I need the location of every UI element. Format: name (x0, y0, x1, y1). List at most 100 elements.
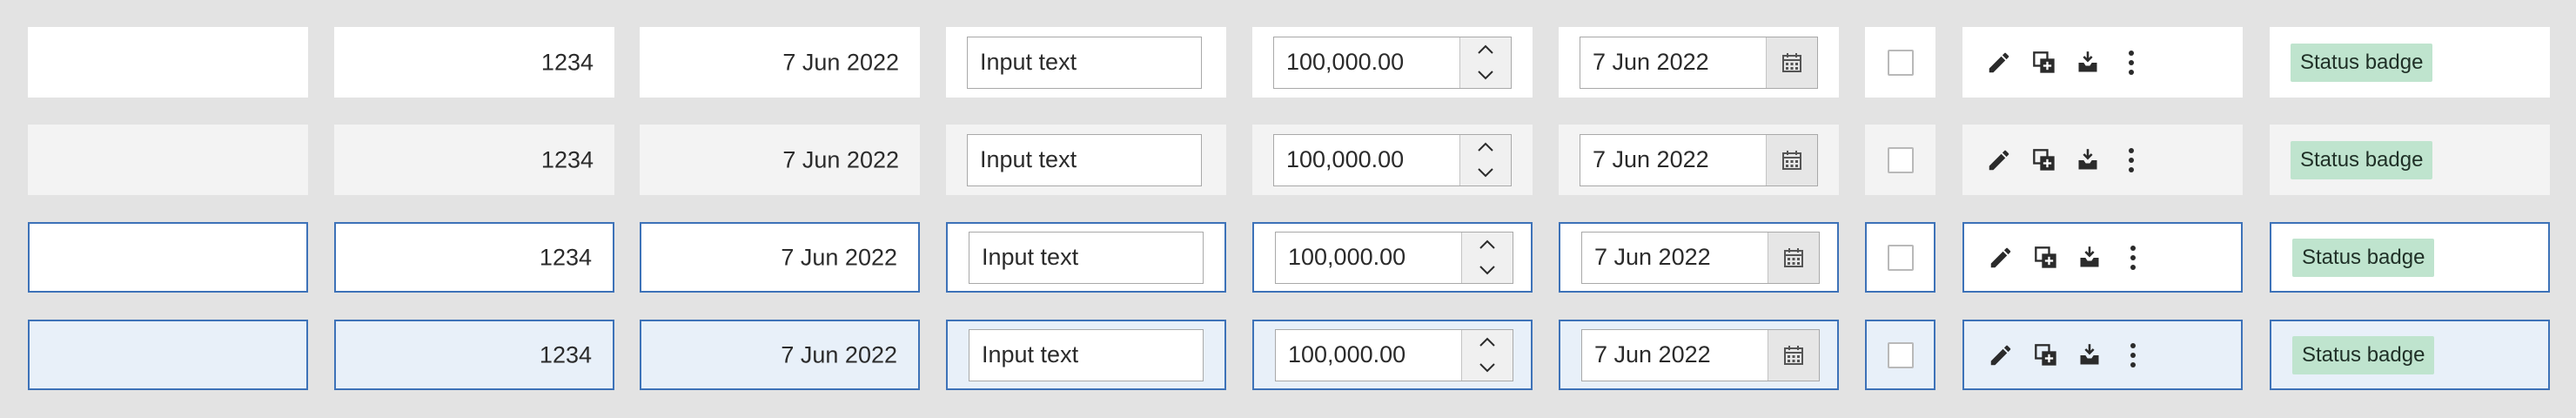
actions-cell (1962, 222, 2243, 293)
date-picker[interactable] (1581, 231, 1820, 284)
stepper-buttons (1461, 329, 1513, 381)
more-vertical-icon[interactable] (2116, 240, 2150, 275)
duplicate-icon[interactable] (2029, 240, 2063, 275)
number-cell: 1234 (334, 320, 614, 390)
stepper-cell (1252, 27, 1533, 98)
text-input[interactable] (969, 231, 1204, 284)
calendar-icon[interactable] (1766, 37, 1817, 88)
datepicker-cell (1559, 320, 1839, 390)
table-row: 1234 7 Jun 2022 Input text 100,000.00 7 … (0, 320, 2576, 390)
date-value: 7 Jun 2022 (782, 49, 899, 75)
text-input-cell (946, 222, 1226, 293)
stepper-cell (1252, 320, 1533, 390)
inbox-download-icon[interactable] (2072, 338, 2107, 373)
table-row: 1234 7 Jun 2022 Input text 100,000.00 7 … (0, 222, 2576, 293)
date-picker[interactable] (1580, 133, 1818, 186)
pencil-icon[interactable] (1983, 338, 2018, 373)
date-picker-input[interactable] (1580, 134, 1765, 185)
inbox-download-icon[interactable] (2072, 240, 2107, 275)
stepper-input[interactable] (1274, 37, 1459, 88)
duplicate-icon[interactable] (2027, 143, 2062, 178)
inbox-download-icon[interactable] (2070, 143, 2105, 178)
chevron-down-icon[interactable] (1460, 160, 1511, 185)
status-badge: Status badge (2291, 140, 2433, 179)
text-input[interactable] (969, 328, 1204, 381)
stepper-cell (1252, 125, 1533, 195)
datepicker-cell (1559, 222, 1839, 293)
pencil-icon[interactable] (1983, 240, 2018, 275)
text-input[interactable] (967, 133, 1202, 186)
date-cell: 7 Jun 2022 (640, 222, 920, 293)
table-row: 1234 7 Jun 2022 Input text 100,000.00 7 … (0, 27, 2576, 98)
number-cell: 1234 (334, 125, 614, 195)
number-stepper[interactable] (1275, 231, 1513, 284)
badge-cell: Status badge (2270, 320, 2550, 390)
number-value: 1234 (540, 49, 594, 75)
calendar-icon[interactable] (1766, 134, 1817, 185)
number-stepper[interactable] (1275, 328, 1513, 381)
stepper-input[interactable] (1276, 232, 1460, 283)
chevron-down-icon[interactable] (1460, 63, 1511, 88)
stepper-buttons (1459, 37, 1511, 88)
date-picker[interactable] (1581, 328, 1820, 381)
number-cell: 1234 (334, 27, 614, 98)
checkbox-cell (1865, 320, 1935, 390)
stepper-cell (1252, 222, 1533, 293)
duplicate-icon[interactable] (2027, 45, 2062, 80)
datepicker-cell (1559, 125, 1839, 195)
badge-cell: Status badge (2270, 222, 2550, 293)
more-vertical-icon[interactable] (2114, 143, 2149, 178)
row-checkbox[interactable] (1887, 244, 1914, 271)
date-value: 7 Jun 2022 (781, 244, 897, 270)
chevron-up-icon[interactable] (1462, 330, 1513, 355)
date-value: 7 Jun 2022 (782, 146, 899, 172)
actions-cell (1962, 27, 2243, 98)
calendar-icon[interactable] (1768, 232, 1819, 283)
more-vertical-icon[interactable] (2116, 338, 2150, 373)
date-picker-input[interactable] (1580, 37, 1765, 88)
row-checkbox[interactable] (1887, 341, 1914, 368)
date-picker-input[interactable] (1582, 232, 1767, 283)
actions-cell (1962, 125, 2243, 195)
checkbox-cell (1865, 222, 1935, 293)
text-input-cell (946, 27, 1226, 98)
stepper-input[interactable] (1276, 329, 1460, 381)
more-vertical-icon[interactable] (2114, 45, 2149, 80)
chevron-up-icon[interactable] (1460, 37, 1511, 63)
text-input[interactable] (967, 36, 1202, 89)
inbox-download-icon[interactable] (2070, 45, 2105, 80)
text-input-cell (946, 125, 1226, 195)
chevron-down-icon[interactable] (1462, 355, 1513, 381)
number-value: 1234 (540, 146, 594, 172)
date-value: 7 Jun 2022 (781, 341, 897, 367)
date-picker-input[interactable] (1582, 329, 1767, 381)
checkbox-cell (1865, 27, 1935, 98)
date-cell: 7 Jun 2022 (640, 125, 920, 195)
stepper-input[interactable] (1274, 134, 1459, 185)
empty-cell (28, 125, 308, 195)
date-picker[interactable] (1580, 36, 1818, 89)
status-badge: Status badge (2291, 43, 2433, 82)
row-checkbox[interactable] (1887, 49, 1914, 76)
duplicate-icon[interactable] (2029, 338, 2063, 373)
number-cell: 1234 (334, 222, 614, 293)
checkbox-cell (1865, 125, 1935, 195)
row-checkbox[interactable] (1887, 146, 1914, 173)
text-input-cell (946, 320, 1226, 390)
datepicker-cell (1559, 27, 1839, 98)
number-stepper[interactable] (1273, 36, 1512, 89)
stepper-buttons (1461, 232, 1513, 283)
chevron-down-icon[interactable] (1462, 258, 1513, 283)
chevron-up-icon[interactable] (1460, 135, 1511, 160)
pencil-icon[interactable] (1982, 45, 2016, 80)
number-stepper[interactable] (1273, 133, 1512, 186)
number-value: 1234 (539, 341, 592, 367)
calendar-icon[interactable] (1768, 329, 1819, 381)
table-row: 1234 7 Jun 2022 Input text 100,000.00 7 … (0, 125, 2576, 195)
date-cell: 7 Jun 2022 (640, 27, 920, 98)
badge-cell: Status badge (2270, 125, 2550, 195)
chevron-up-icon[interactable] (1462, 233, 1513, 258)
status-badge: Status badge (2292, 335, 2435, 374)
badge-cell: Status badge (2270, 27, 2550, 98)
pencil-icon[interactable] (1982, 143, 2016, 178)
